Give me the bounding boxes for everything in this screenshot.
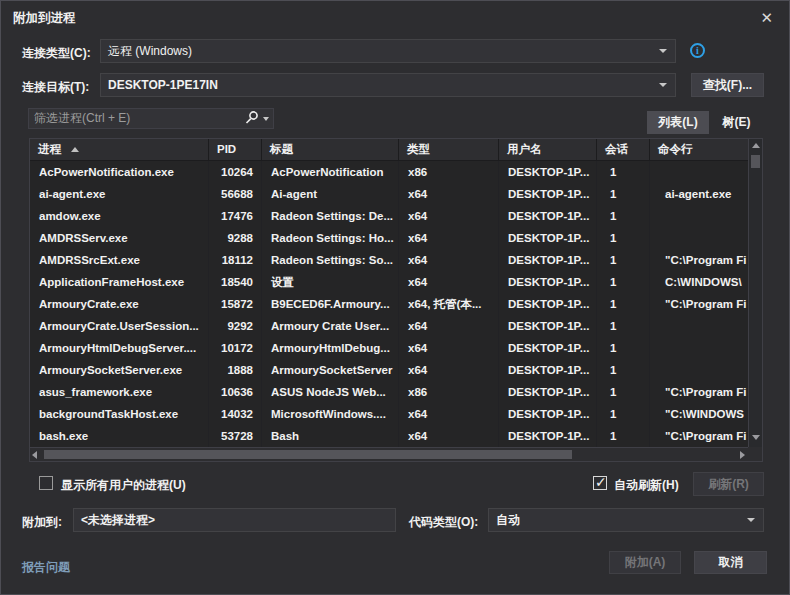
table-row[interactable]: asus_framework.exe 10636 ASUS NodeJS Web… <box>30 381 748 403</box>
scroll-right-icon[interactable] <box>740 451 745 459</box>
column-header-user[interactable]: 用户名 <box>499 139 597 160</box>
table-row[interactable]: AMDRSServ.exe 9288 Radeon Settings: Ho..… <box>30 227 748 249</box>
chevron-down-icon <box>659 83 667 87</box>
find-button[interactable]: 查找(F)... <box>691 73 764 97</box>
vertical-scroll-thumb[interactable] <box>751 155 760 168</box>
report-problem-link[interactable]: 报告问题 <box>22 559 70 576</box>
process-table: 进程 PID 标题 类型 用户名 会话 命令行 AcPowerNotificat… <box>29 138 763 462</box>
dialog-title: 附加到进程 <box>13 10 76 27</box>
scroll-up-icon[interactable] <box>752 143 760 148</box>
connection-type-value: 远程 (Windows) <box>108 43 192 60</box>
column-header-process[interactable]: 进程 <box>30 139 209 160</box>
table-row[interactable]: AcPowerNotification.exe 10264 AcPowerNot… <box>30 161 748 183</box>
code-type-label: 代码类型(O): <box>409 514 478 531</box>
refresh-button[interactable]: 刷新(R) <box>693 472 764 496</box>
table-row[interactable]: AMDRSSrcExt.exe 18112 Radeon Settings: S… <box>30 249 748 271</box>
attach-to-process-dialog: 附加到进程 ✕ 连接类型(C): 远程 (Windows) i 连接目标(T):… <box>0 0 790 595</box>
attach-to-value: <未选择进程> <box>81 512 155 529</box>
attach-button[interactable]: 附加(A) <box>609 551 681 574</box>
attach-to-field[interactable]: <未选择进程> <box>73 508 396 532</box>
filter-caret-icon[interactable] <box>263 117 269 121</box>
sort-ascending-icon <box>71 147 79 152</box>
connection-target-combo[interactable]: DESKTOP-1PE17IN <box>100 73 676 97</box>
auto-refresh-checkbox[interactable] <box>593 476 607 490</box>
column-header-pid[interactable]: PID <box>209 139 262 160</box>
column-header-session[interactable]: 会话 <box>597 139 650 160</box>
table-row[interactable]: ai-agent.exe 56688 Ai-agent x64 DESKTOP-… <box>30 183 748 205</box>
horizontal-scroll-thumb[interactable] <box>44 450 572 459</box>
column-header-type[interactable]: 类型 <box>399 139 499 160</box>
connection-target-label: 连接目标(T): <box>22 79 89 96</box>
scroll-left-icon[interactable] <box>32 451 37 459</box>
filter-input[interactable]: 筛选进程(Ctrl + E) <box>28 108 274 129</box>
process-table-body: AcPowerNotification.exe 10264 AcPowerNot… <box>30 161 748 447</box>
scrollbar-corner <box>748 447 762 461</box>
column-header-title[interactable]: 标题 <box>262 139 399 160</box>
auto-refresh-label: 自动刷新(H) <box>614 477 679 494</box>
code-type-combo[interactable]: 自动 <box>488 508 764 532</box>
table-row[interactable]: ArmouryCrate.exe 15872 B9ECED6F.Armoury.… <box>30 293 748 315</box>
code-type-value: 自动 <box>496 512 520 529</box>
filter-placeholder: 筛选进程(Ctrl + E) <box>34 110 130 127</box>
vertical-scrollbar[interactable] <box>748 139 762 447</box>
show-all-processes-checkbox[interactable] <box>39 476 53 490</box>
horizontal-scrollbar[interactable] <box>30 447 748 461</box>
connection-type-combo[interactable]: 远程 (Windows) <box>100 39 676 63</box>
table-row[interactable]: ArmouryHtmlDebugServer.... 10172 Armoury… <box>30 337 748 359</box>
tree-view-button[interactable]: 树(E) <box>712 111 761 134</box>
connection-type-label: 连接类型(C): <box>22 45 91 62</box>
table-row[interactable]: ArmourySocketServer.exe 1888 ArmourySock… <box>30 359 748 381</box>
chevron-down-icon <box>747 518 755 522</box>
connection-target-value: DESKTOP-1PE17IN <box>108 78 218 92</box>
table-row[interactable]: bash.exe 53728 Bash x64 DESKTOP-1P... 1 … <box>30 425 748 447</box>
table-row[interactable]: ApplicationFrameHost.exe 18540 设置 x64 DE… <box>30 271 748 293</box>
cancel-button[interactable]: 取消 <box>694 551 767 574</box>
chevron-down-icon <box>659 49 667 53</box>
table-row[interactable]: ArmouryCrate.UserSession... 9292 Armoury… <box>30 315 748 337</box>
scroll-down-icon[interactable] <box>752 435 760 440</box>
list-view-button[interactable]: 列表(L) <box>647 111 709 134</box>
close-icon[interactable]: ✕ <box>760 9 773 27</box>
show-all-processes-label: 显示所有用户的进程(U) <box>61 477 186 494</box>
search-icon[interactable] <box>244 110 260 126</box>
table-row[interactable]: amdow.exe 17476 Radeon Settings: De... x… <box>30 205 748 227</box>
column-header-cmdline[interactable]: 命令行 <box>650 139 748 160</box>
info-icon[interactable]: i <box>690 43 705 58</box>
attach-to-label: 附加到: <box>22 514 62 531</box>
table-row[interactable]: backgroundTaskHost.exe 14032 MicrosoftWi… <box>30 403 748 425</box>
table-header: 进程 PID 标题 类型 用户名 会话 命令行 <box>30 139 748 161</box>
